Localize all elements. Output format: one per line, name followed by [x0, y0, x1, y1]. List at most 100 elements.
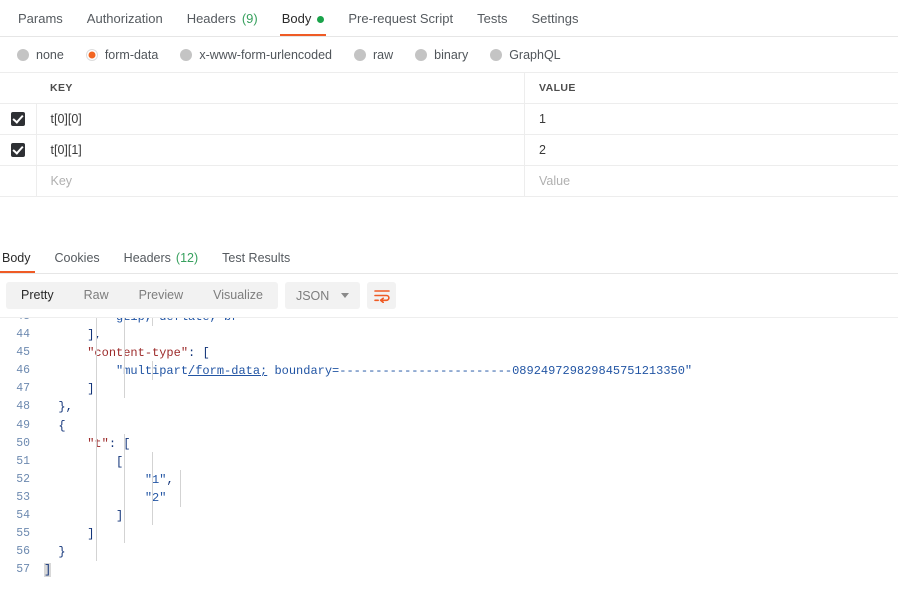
table-row[interactable]: t[0][0] 1	[0, 103, 898, 135]
value-input[interactable]: Value	[525, 174, 898, 188]
radio-button-icon	[354, 48, 366, 61]
request-tab-pre-request-script[interactable]: Pre-request Script	[336, 12, 465, 36]
radio-button-icon	[85, 48, 98, 61]
request-tab-count: (9)	[241, 11, 258, 26]
table-row[interactable]: Key Value	[0, 165, 898, 197]
line-number: 52	[16, 472, 30, 486]
response-tab-label: Body	[2, 251, 31, 265]
code-line: 57]	[0, 561, 898, 579]
request-tab-settings[interactable]: Settings	[519, 12, 590, 36]
code-token: {	[44, 418, 66, 433]
key-input[interactable]: t[0][0]	[37, 112, 525, 126]
indent-guide	[96, 397, 97, 417]
response-tab-headers[interactable]: Headers (12)	[112, 251, 210, 273]
response-tab-label: Test Results	[222, 251, 291, 265]
format-select[interactable]: JSON	[284, 282, 361, 309]
response-tab-cookies[interactable]: Cookies	[43, 251, 112, 273]
code-line-text: "t": [	[40, 433, 898, 453]
indent-guide	[124, 451, 125, 471]
request-tab-label: Tests	[477, 11, 508, 26]
indent-guide	[152, 469, 153, 489]
key-cell[interactable]: t[0][1]	[36, 134, 525, 166]
row-checkbox-cell[interactable]	[0, 134, 37, 166]
code-token: "t"	[87, 436, 109, 451]
request-tab-body[interactable]: Body	[270, 12, 337, 36]
indent-guide	[124, 524, 125, 544]
indent-guide	[96, 451, 97, 471]
body-type-GraphQL[interactable]: GraphQL	[490, 48, 561, 62]
code-lines: 43 gzip, deflate, br44 ],45 "content-typ…	[0, 318, 898, 579]
indent-guide	[96, 415, 97, 435]
checkbox-checked-icon[interactable]	[10, 143, 25, 157]
indent-guide	[152, 451, 153, 471]
code-token: : [	[108, 436, 131, 451]
key-cell[interactable]: t[0][0]	[36, 103, 525, 135]
indent-guide	[96, 343, 97, 363]
body-type-label: form-data	[104, 47, 159, 62]
radio-button-icon	[490, 48, 503, 61]
response-tab-label: Cookies	[54, 251, 100, 265]
response-tab-body[interactable]: Body	[0, 251, 43, 273]
code-token: [	[44, 454, 124, 469]
format-select-label: JSON	[295, 288, 330, 303]
view-mode-pretty[interactable]: Pretty	[6, 282, 69, 309]
request-tab-params[interactable]: Params	[6, 12, 75, 36]
code-line-text: "multipart/form-data; boundary=---------…	[40, 361, 898, 381]
key-input[interactable]: t[0][1]	[37, 143, 525, 157]
value-cell[interactable]: 2	[524, 134, 898, 166]
code-line: 45 "content-type": [	[0, 343, 898, 363]
response-tab-bar: Body Cookies Headers (12) Test Results	[0, 243, 898, 274]
body-type-x-www-form-urlencoded[interactable]: x-www-form-urlencoded	[180, 48, 332, 62]
key-cell[interactable]: Key	[36, 165, 525, 197]
code-line: 44 ],	[0, 325, 898, 345]
row-checkbox-cell[interactable]	[0, 103, 37, 135]
indent-guide	[124, 325, 125, 345]
line-number: 57	[16, 563, 30, 577]
code-line: 46 "multipart/form-data; boundary=------…	[0, 361, 898, 381]
request-tab-authorization[interactable]: Authorization	[75, 12, 175, 36]
request-tab-tests[interactable]: Tests	[465, 12, 519, 36]
line-number: 50	[16, 436, 30, 450]
request-tab-label: Pre-request Script	[348, 11, 454, 26]
table-header-row: KEY VALUE	[0, 72, 898, 104]
code-token: "2"	[144, 490, 167, 505]
line-number: 53	[16, 490, 30, 504]
word-wrap-icon[interactable]	[367, 282, 397, 309]
indent-guide	[96, 542, 97, 562]
value-cell[interactable]: 1	[524, 103, 898, 135]
indent-guide	[124, 487, 125, 507]
word-wrap-glyph	[373, 289, 390, 303]
request-tab-headers[interactable]: Headers (9)	[175, 12, 270, 36]
view-mode-raw[interactable]: Raw	[69, 282, 124, 309]
row-checkbox-cell[interactable]	[0, 165, 37, 197]
code-token: : [	[188, 346, 210, 361]
code-line-text: gzip, deflate, br	[40, 318, 898, 326]
view-mode-preview[interactable]: Preview	[124, 282, 198, 309]
body-type-raw[interactable]: raw	[354, 48, 393, 62]
indent-guide	[124, 343, 125, 363]
table-row[interactable]: t[0][1] 2	[0, 134, 898, 166]
response-tab-test-results[interactable]: Test Results	[210, 251, 302, 273]
chevron-down-icon	[341, 293, 350, 298]
value-cell[interactable]: Value	[524, 165, 898, 197]
view-mode-visualize[interactable]: Visualize	[198, 282, 278, 309]
code-line: 54 ]	[0, 506, 898, 526]
value-input[interactable]: 2	[525, 143, 898, 157]
indent-guide	[96, 361, 97, 381]
key-input[interactable]: Key	[37, 174, 525, 188]
checkbox-checked-icon[interactable]	[10, 112, 25, 126]
body-type-binary[interactable]: binary	[415, 48, 468, 62]
request-tab-label: Authorization	[86, 11, 163, 26]
body-type-none[interactable]: none	[17, 48, 64, 62]
code-line: 50 "t": [	[0, 433, 898, 453]
body-type-form-data[interactable]: form-data	[85, 47, 159, 62]
response-tab-label: Headers	[123, 251, 171, 265]
panel-divider-gap	[0, 197, 898, 243]
code-line: 49 {	[0, 415, 898, 435]
value-input[interactable]: 1	[525, 112, 898, 126]
code-line: 52 "1",	[0, 469, 898, 489]
response-body-code-viewer[interactable]: 43 gzip, deflate, br44 ],45 "content-typ…	[0, 317, 898, 602]
indent-guide	[152, 318, 153, 326]
